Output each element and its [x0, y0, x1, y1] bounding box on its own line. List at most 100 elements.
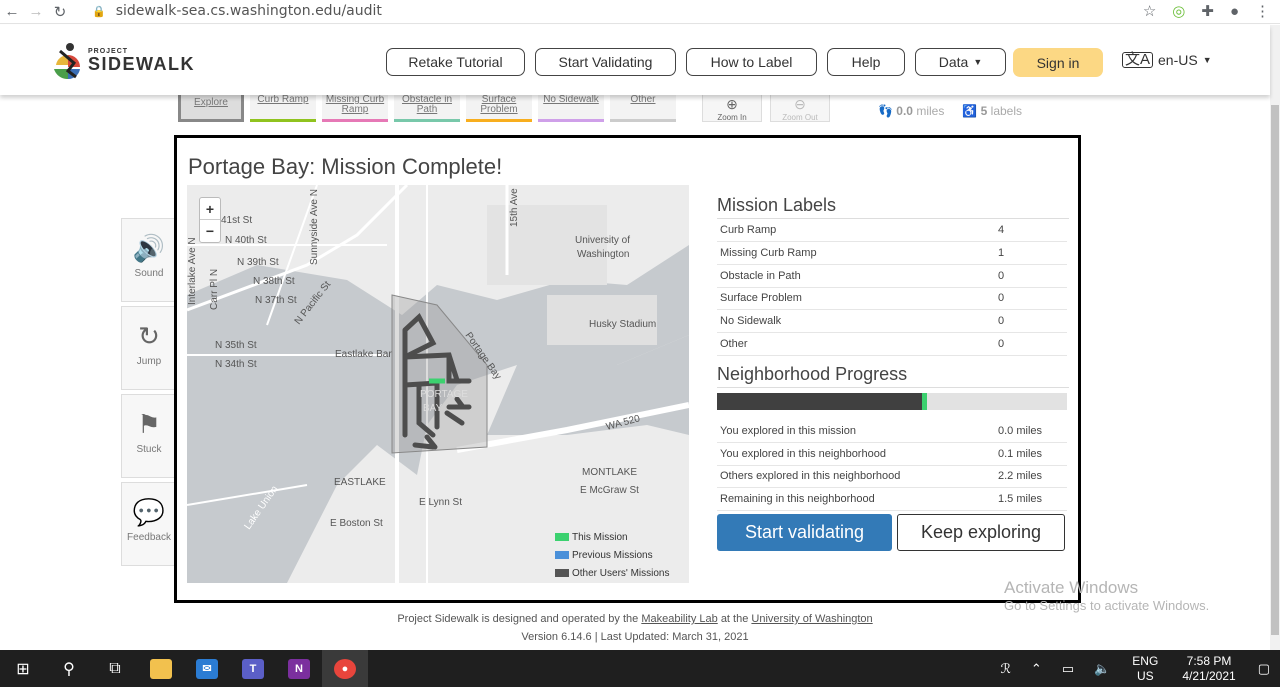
search-icon[interactable]: ⚲ [46, 650, 92, 687]
how-to-label-button[interactable]: How to Label [686, 48, 817, 76]
retake-tutorial-button[interactable]: Retake Tutorial [386, 48, 525, 76]
tool-no-sidewalk[interactable]: No Sidewalk [538, 92, 604, 122]
caret-down-icon: ▼ [973, 57, 983, 67]
map-zoom-out-button[interactable]: − [200, 220, 220, 242]
sound-button[interactable]: 🔊 Sound [121, 218, 177, 302]
speaker-icon: 🔊 [132, 233, 166, 263]
footprint-icon: 👣 [878, 104, 893, 118]
labels-unit: labels [990, 104, 1023, 118]
map-label: E Boston St [330, 518, 383, 529]
legend-label: Other Users' Missions [572, 567, 670, 579]
label-count: 1 [995, 241, 1067, 265]
back-icon[interactable]: ← [0, 1, 24, 23]
clock-time: 7:58 PM [1186, 653, 1232, 668]
scrollbar-thumb[interactable] [1271, 105, 1279, 635]
zoom-out-button[interactable]: ⊖ Zoom Out [770, 92, 830, 122]
puzzle-icon[interactable]: ✚ [1201, 2, 1214, 20]
table-row: Missing Curb Ramp 1 [717, 241, 1067, 265]
progress-mission-marker [921, 392, 927, 410]
progress-value: 1.5 miles [995, 487, 1067, 511]
label-name: Curb Ramp [717, 219, 995, 243]
map-label: N 39th St [237, 257, 279, 268]
jump-button[interactable]: ↻ Jump [121, 306, 177, 390]
forward-icon[interactable]: → [24, 1, 48, 23]
task-view-icon[interactable]: ⧉ [92, 650, 138, 687]
lock-icon: 🔒 [92, 4, 106, 18]
map-label: Carr Pl N [209, 269, 220, 310]
tool-missing-curb-ramp[interactable]: Missing Curb Ramp [322, 92, 388, 122]
windows-start-icon[interactable]: ⊞ [0, 650, 46, 687]
onenote-icon[interactable]: N [276, 650, 322, 687]
notifications-icon[interactable]: ▢ [1258, 661, 1270, 677]
map-zoom-in-button[interactable]: + [200, 198, 220, 220]
zoom-in-button[interactable]: ⊕ Zoom In [702, 92, 762, 122]
progress-name: Others explored in this neighborhood [717, 465, 995, 489]
labels-value: 5 [980, 104, 988, 118]
start-validating-nav-button[interactable]: Start Validating [535, 48, 676, 76]
tool-obstacle-in-path[interactable]: Obstacle in Path [394, 92, 460, 122]
feedback-button[interactable]: 💬 Feedback [121, 482, 177, 566]
map-label: Husky Stadium [589, 319, 656, 330]
mission-labels-title: Mission Labels [717, 195, 1069, 219]
nav-button-group: Retake Tutorial Start Validating How to … [386, 48, 1006, 76]
table-row: Curb Ramp 4 [717, 219, 1067, 243]
battery-icon[interactable]: ▭ [1062, 661, 1074, 677]
distance-unit: miles [916, 104, 945, 118]
distance-value: 0.0 [896, 104, 913, 118]
data-dropdown-button[interactable]: Data ▼ [915, 48, 1006, 76]
sign-in-button[interactable]: Sign in [1013, 48, 1103, 77]
makeability-lab-link[interactable]: Makeability Lab [641, 613, 717, 625]
teams-icon[interactable]: T [230, 650, 276, 687]
tool-curb-ramp[interactable]: Curb Ramp [250, 92, 316, 122]
clock[interactable]: 7:58 PM 4/21/2021 [1182, 654, 1235, 684]
reload-icon[interactable]: ↻ [48, 1, 72, 23]
language-label: en-US [1158, 52, 1198, 68]
menu-kebab-icon[interactable]: ⋮ [1255, 2, 1270, 20]
label-name: Missing Curb Ramp [717, 241, 995, 265]
keep-exploring-button[interactable]: Keep exploring [897, 514, 1065, 551]
table-row: Obstacle in Path 0 [717, 264, 1067, 288]
label-name: Obstacle in Path [717, 264, 995, 288]
watermark-subtitle: Go to Settings to activate Windows. [1004, 598, 1210, 613]
progress-value: 0.0 miles [995, 419, 1067, 443]
map-label: N 34th St [215, 359, 257, 370]
address-bar[interactable]: 🔒 sidewalk-sea.cs.washington.edu/audit [92, 0, 382, 22]
label-count: 0 [995, 287, 1067, 311]
project-sidewalk-logo[interactable]: PROJECT SIDEWALK [50, 41, 196, 80]
extension-icon[interactable]: ◎ [1172, 2, 1185, 20]
map-legend: This Mission Previous Missions Other Use… [555, 528, 670, 582]
stuck-icon: ⚑ [137, 409, 161, 439]
volume-icon[interactable]: 🔈 [1094, 661, 1110, 677]
chevron-up-icon[interactable]: ⌃ [1031, 661, 1042, 677]
neighborhood-map[interactable]: 41st St N 40th St N 39th St N 38th St N … [187, 185, 689, 583]
stuck-label: Stuck [136, 444, 162, 455]
neighborhood-progress-table: You explored in this mission 0.0 miles Yo… [717, 419, 1067, 511]
chrome-icon[interactable]: ● [322, 650, 368, 687]
map-label: Sunnyside Ave N [309, 189, 320, 265]
people-icon[interactable]: ℛ [1001, 661, 1011, 677]
watermark-title: Activate Windows [1004, 578, 1139, 597]
progress-name: You explored in this mission [717, 419, 995, 443]
legend-swatch [555, 533, 569, 541]
file-explorer-icon[interactable] [138, 650, 184, 687]
footer-text: Project Sidewalk is designed and operate… [397, 613, 639, 625]
mail-icon[interactable]: ✉ [184, 650, 230, 687]
input-language[interactable]: ENG US [1132, 654, 1158, 684]
start-validating-button[interactable]: Start validating [717, 514, 892, 551]
tool-surface-problem[interactable]: Surface Problem [466, 92, 532, 122]
progress-name: Remaining in this neighborhood [717, 487, 995, 511]
jump-icon: ↻ [138, 321, 160, 351]
tool-other[interactable]: Other [610, 92, 676, 122]
profile-icon[interactable]: ● [1230, 3, 1239, 20]
tool-explore[interactable]: Explore [178, 92, 244, 122]
help-button[interactable]: Help [827, 48, 905, 76]
legend-item: Other Users' Missions [555, 564, 670, 582]
language-selector[interactable]: 文A en-US ▼ [1122, 52, 1212, 68]
footer-credit: Project Sidewalk is designed and operate… [0, 613, 1270, 625]
logo-big-text: SIDEWALK [88, 53, 196, 74]
stuck-button[interactable]: ⚑ Stuck [121, 394, 177, 478]
bookmark-star-icon[interactable]: ☆ [1143, 2, 1156, 20]
progress-value: 0.1 miles [995, 442, 1067, 466]
university-link[interactable]: University of Washington [751, 613, 872, 625]
page-scrollbar[interactable] [1270, 25, 1280, 650]
